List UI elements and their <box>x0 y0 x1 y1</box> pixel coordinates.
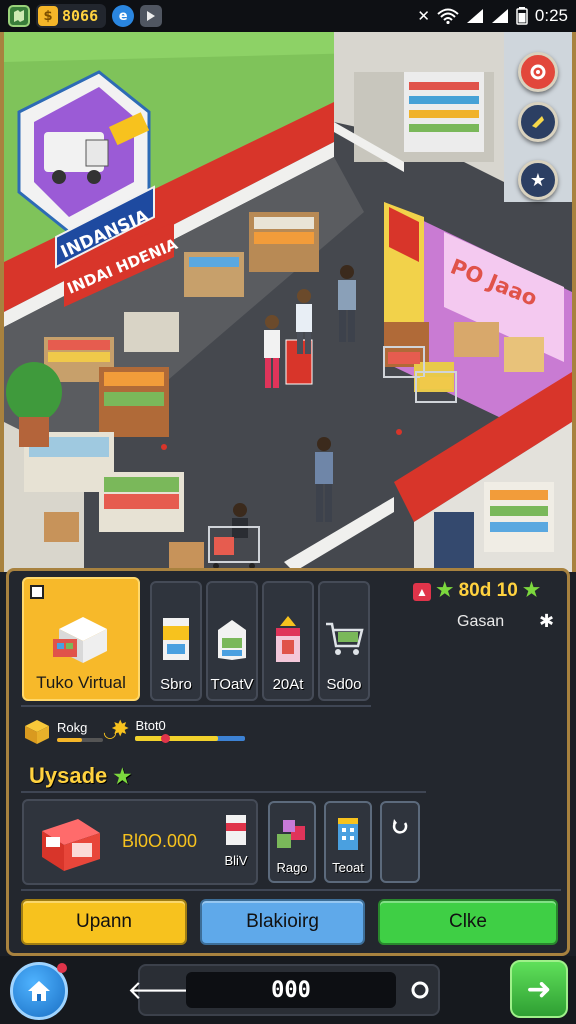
star-icon: ★ <box>523 580 541 601</box>
wifi-icon <box>437 8 459 24</box>
upgrade-item-tile[interactable]: Teoat <box>324 801 372 883</box>
bottom-nav: 🡐 000 ➜ <box>0 956 576 1024</box>
next-button[interactable]: ➜ <box>510 960 568 1018</box>
building-icon <box>338 818 358 850</box>
product-tile-virtual-store[interactable]: Tuko Virtual <box>22 577 140 701</box>
home-button[interactable] <box>10 962 68 1020</box>
home-icon <box>28 981 50 1001</box>
play-icon[interactable] <box>140 5 163 27</box>
product-box-icon <box>218 620 246 660</box>
click-button[interactable]: Clke <box>378 899 558 945</box>
star-rating: ▲ ★ 80d 10 ★ <box>413 579 540 602</box>
star-icon: ★ <box>529 169 547 191</box>
blocking-button-label: Blakioirg <box>246 911 319 932</box>
meter-track <box>135 734 246 743</box>
divider <box>21 791 426 793</box>
arrow-right-icon: ➜ <box>526 971 552 1007</box>
blocking-button[interactable]: Blakioirg <box>200 899 365 945</box>
mute-icon: ✕ <box>417 7 430 25</box>
meter-fill <box>135 736 218 741</box>
divider <box>21 889 561 891</box>
page-counter: 000 <box>186 972 396 1008</box>
upgrade-item-tile[interactable]: Rago <box>268 801 316 883</box>
section-title-text: Uysade <box>29 763 108 788</box>
map-icon[interactable] <box>8 5 30 27</box>
stars-caption: Gasan <box>457 613 505 630</box>
meter-label: Rokg <box>57 720 88 735</box>
product-tile-cart[interactable]: Sd0o <box>318 581 370 701</box>
page-navigator: 🡐 000 <box>127 964 440 1016</box>
cart-icon <box>326 622 364 655</box>
boost-button[interactable] <box>518 102 558 142</box>
upgrade-button-label: Upann <box>76 911 132 932</box>
refresh-tile[interactable] <box>380 801 420 883</box>
section-title: Uysade ★ <box>29 763 131 789</box>
star-icon: ✸ <box>111 717 130 742</box>
divider <box>21 705 371 707</box>
product-label: 20At <box>272 676 304 693</box>
coin-amount: 8066 <box>62 7 99 25</box>
badge-icon <box>30 585 44 599</box>
meter-rokg: Rokg ◡ <box>23 717 117 745</box>
meter-btot: ✸ Btot0 <box>111 717 246 743</box>
gift-box-icon <box>276 616 300 662</box>
clock: 0:25 <box>534 6 568 25</box>
click-button-label: Clke <box>448 911 487 932</box>
toy-blocks-icon <box>277 820 305 848</box>
store-box-icon <box>53 617 107 663</box>
product-label: Sbro <box>160 676 192 693</box>
coin-icon: $ <box>38 6 58 26</box>
meter-track <box>57 738 103 742</box>
favorites-button[interactable]: ★ <box>518 160 558 200</box>
meter-marker <box>161 734 171 743</box>
settings-icon <box>530 64 546 80</box>
crate-icon <box>25 720 49 744</box>
star-icon: ★ <box>113 766 132 788</box>
notification-dot <box>57 963 67 973</box>
upgrade-item-label: Teoat <box>332 860 364 875</box>
alert-icon: ▲ <box>413 583 431 601</box>
search-icon[interactable] <box>402 972 438 1008</box>
signal-icon <box>466 9 483 23</box>
product-label: Tuko Virtual <box>36 673 126 692</box>
star-icon: ✱ <box>539 611 555 632</box>
signal-icon <box>491 9 508 23</box>
e-icon[interactable]: e <box>112 5 135 27</box>
meter-label: Btot0 <box>135 718 166 733</box>
product-crate-icon <box>42 819 100 871</box>
upgrade-button[interactable]: Upann <box>21 899 187 945</box>
boost-icon <box>532 116 544 128</box>
upgrade-offer-card[interactable]: Bl0O.000 BliV <box>22 799 258 885</box>
cup-icon <box>226 815 246 845</box>
product-tile[interactable]: Sbro <box>150 581 202 701</box>
meter-fill <box>57 738 83 742</box>
upgrade-item-label: BliV <box>224 853 248 868</box>
upgrade-item[interactable]: BliV <box>218 811 254 879</box>
isometric-store-map[interactable]: INDAI HDENIA INDANSIA PO Jaao <box>4 32 572 572</box>
star-value: 80d 10 <box>458 580 518 601</box>
coin-counter: $ 8066 <box>36 4 107 28</box>
refresh-icon <box>392 819 408 834</box>
battery-icon <box>516 7 528 25</box>
product-tile[interactable]: 20At <box>262 581 314 701</box>
product-tile[interactable]: TOatV <box>206 581 258 701</box>
product-label: Sd0o <box>326 676 362 693</box>
product-box-icon <box>163 618 189 660</box>
product-label: TOatV <box>210 676 254 693</box>
settings-button[interactable] <box>518 52 558 92</box>
star-icon: ★ <box>436 580 454 601</box>
upgrade-price: Bl0O.000 <box>122 831 198 851</box>
back-arrow-icon[interactable]: 🡐 <box>127 972 197 1008</box>
upgrade-item-label: Rago <box>276 860 308 875</box>
store-scene[interactable]: INDAI HDENIA INDANSIA PO Jaao ★ <box>0 32 576 572</box>
shop-panel: Tuko Virtual Sbro TOatV 20At Sd0o ▲ ★ 80… <box>6 568 570 956</box>
status-bar: $ 8066 e ✕ 0:25 <box>0 0 576 32</box>
